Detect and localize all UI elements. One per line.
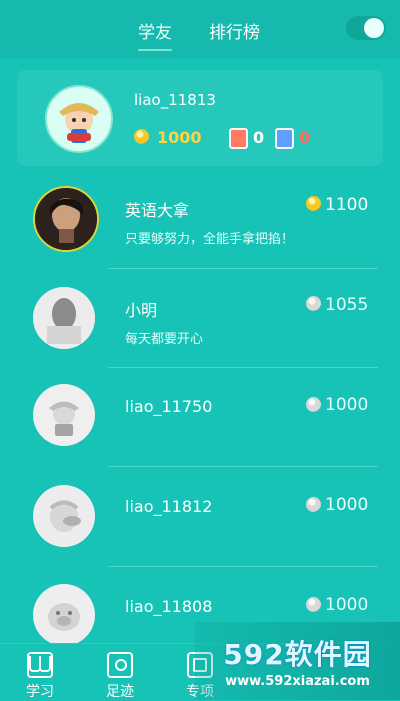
row-divider bbox=[108, 268, 378, 269]
nav-footprint[interactable]: 足迹 bbox=[90, 652, 150, 701]
watermark-logo: 592软件园 www.592xiazai.com bbox=[195, 622, 400, 700]
farmer-avatar-icon bbox=[34, 385, 94, 445]
friend-coin-count: 1100 bbox=[325, 195, 369, 215]
farmer-avatar-icon bbox=[59, 103, 99, 143]
my-coin-count: 1000 bbox=[157, 128, 202, 147]
user-avatar-icon bbox=[33, 287, 95, 349]
toggle-knob bbox=[364, 18, 384, 38]
book-icon bbox=[27, 652, 53, 678]
my-avatar bbox=[45, 85, 113, 153]
medal-icon bbox=[275, 128, 294, 149]
friend-avatar[interactable] bbox=[33, 287, 95, 349]
tab-ranking[interactable]: 排行榜 bbox=[209, 18, 260, 43]
coin-icon bbox=[306, 296, 321, 311]
friend-avatar[interactable] bbox=[33, 384, 95, 446]
friend-coin-count: 1000 bbox=[325, 495, 369, 515]
coin-icon bbox=[306, 597, 321, 612]
friend-name: liao_11750 bbox=[125, 397, 213, 416]
user-avatar-icon bbox=[35, 188, 97, 250]
nav-label: 足迹 bbox=[106, 684, 134, 700]
medal-count-2: 0 bbox=[299, 128, 311, 147]
friend-subtitle: 只要够努力，全能手拿把掐！ bbox=[125, 232, 295, 247]
duck-avatar-icon bbox=[34, 486, 94, 546]
top-navigation: 学友 排行榜 bbox=[0, 0, 400, 58]
watermark-url: www.592xiazai.com bbox=[225, 674, 370, 689]
friend-name: 英语大拿 bbox=[125, 201, 190, 220]
coin-icon bbox=[306, 497, 321, 512]
friend-avatar[interactable] bbox=[33, 485, 95, 547]
friend-coin-count: 1000 bbox=[325, 595, 369, 615]
friend-coin-count: 1000 bbox=[325, 395, 369, 415]
friend-coin-count: 1055 bbox=[325, 295, 369, 315]
friend-subtitle: 每天都要开心 bbox=[125, 332, 204, 347]
friend-name: liao_11812 bbox=[125, 497, 213, 516]
tab-classmates[interactable]: 学友 bbox=[138, 18, 172, 51]
mode-toggle[interactable] bbox=[346, 16, 386, 40]
my-username: liao_11813 bbox=[134, 91, 216, 109]
coin-icon bbox=[134, 129, 149, 144]
friend-name: liao_11808 bbox=[125, 597, 213, 616]
friend-avatar[interactable] bbox=[33, 584, 95, 646]
row-divider bbox=[108, 466, 378, 467]
friend-avatar[interactable] bbox=[33, 186, 99, 252]
pig-avatar-icon bbox=[34, 585, 94, 645]
medal-count-1: 0 bbox=[253, 128, 265, 147]
nav-learning[interactable]: 学习 bbox=[10, 652, 70, 701]
nav-label: 学习 bbox=[26, 684, 54, 700]
row-divider bbox=[108, 367, 378, 368]
coin-icon bbox=[306, 196, 321, 211]
coin-icon bbox=[306, 397, 321, 412]
footprint-icon bbox=[107, 652, 133, 678]
medal-icon bbox=[229, 128, 248, 149]
friend-name: 小明 bbox=[125, 301, 158, 320]
row-divider bbox=[108, 566, 378, 567]
watermark-title: 592软件园 bbox=[223, 638, 372, 671]
